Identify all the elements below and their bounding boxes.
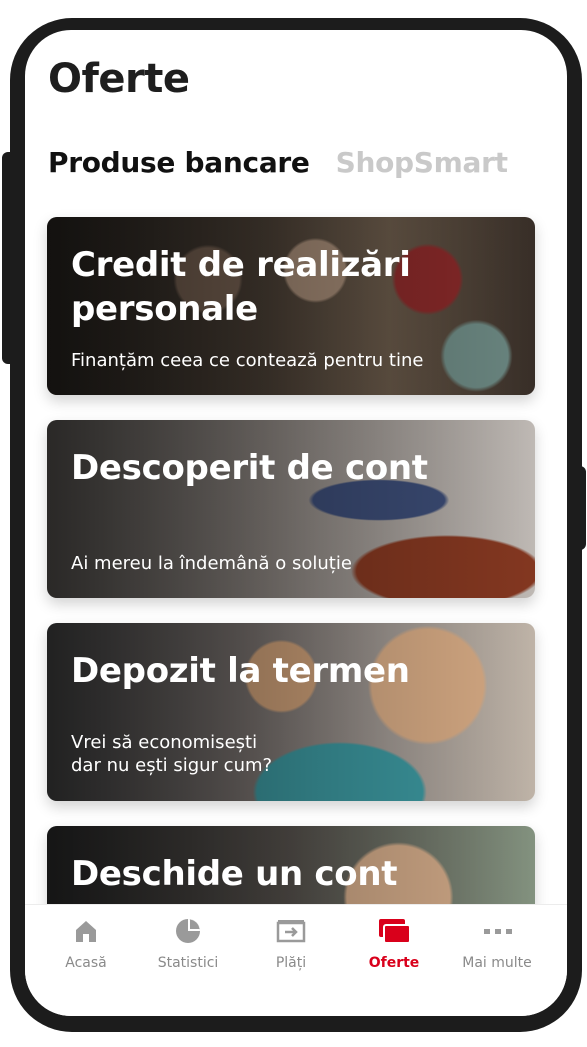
cards-icon <box>379 919 411 944</box>
tab-bar-top: Produse bancare ShopSmart <box>48 146 508 179</box>
offer-card-overdraft[interactable]: Descoperit de cont Ai mereu la îndemână … <box>47 420 535 598</box>
card-subtitle-line-2: dar nu ești sigur cum? <box>71 755 273 776</box>
bottom-tab-bar: Acasă Statistici Plăți Oferte Mai multe <box>25 904 567 1016</box>
tab-label: Statistici <box>157 955 219 971</box>
card-subtitle: Finanțăm ceea ce contează pentru tine <box>71 350 424 371</box>
card-title: Depozit la termen <box>71 651 410 691</box>
card-subtitle: Ai mereu la îndemână o soluție <box>71 553 352 574</box>
transfer-icon <box>276 920 306 943</box>
app-screen: Oferte Produse bancare ShopSmart Credit … <box>25 30 567 1016</box>
tab-acasa[interactable]: Acasă <box>32 905 140 985</box>
tab-statistici[interactable]: Statistici <box>134 905 242 985</box>
offer-card-deposit[interactable]: Depozit la termen Vrei să economisești d… <box>47 623 535 801</box>
pie-chart-icon <box>176 919 200 943</box>
tab-label: Plăți <box>275 955 307 971</box>
tab-produse-bancare[interactable]: Produse bancare <box>48 146 310 179</box>
more-icon <box>484 929 512 934</box>
tab-label: Oferte <box>368 955 420 971</box>
card-title: Descoperit de cont <box>71 448 428 488</box>
tab-plati[interactable]: Plăți <box>237 905 345 985</box>
home-icon <box>76 921 96 942</box>
offer-card-credit[interactable]: Credit de realizări personale Finanțăm c… <box>47 217 535 395</box>
card-title: Deschide un cont <box>71 854 398 894</box>
offers-list: Credit de realizări personale Finanțăm c… <box>47 217 535 1016</box>
card-subtitle-line-1: Vrei să economisești <box>71 732 258 753</box>
tab-mai-multe[interactable]: Mai multe <box>443 905 551 985</box>
tab-shopsmart[interactable]: ShopSmart <box>336 146 508 179</box>
tab-label: Acasă <box>65 955 107 971</box>
page-title: Oferte <box>48 56 190 102</box>
tab-oferte[interactable]: Oferte <box>340 905 448 985</box>
tab-label: Mai multe <box>462 955 532 971</box>
card-title: Credit de realizări personale <box>71 245 411 329</box>
